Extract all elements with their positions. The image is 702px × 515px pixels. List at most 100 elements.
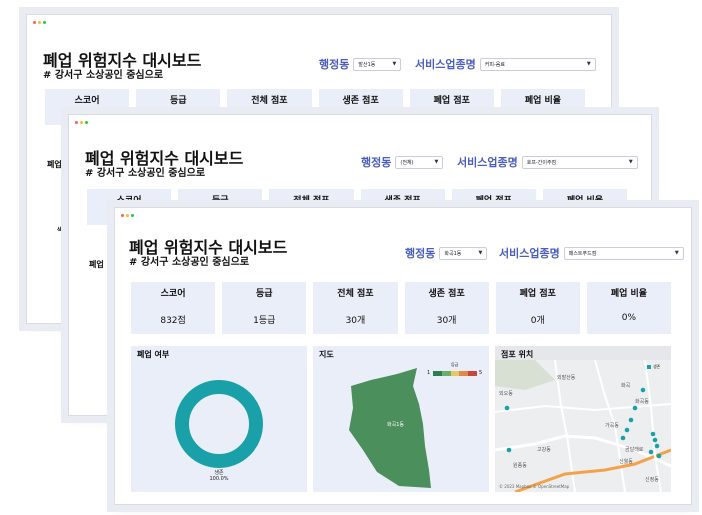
close-dot-icon[interactable] bbox=[75, 121, 78, 124]
maximize-dot-icon[interactable] bbox=[131, 214, 134, 217]
dashboard-subtitle: # 강서구 소상공인 중심으로 bbox=[129, 257, 250, 268]
dong-select[interactable]: 발산1동 ▼ bbox=[353, 57, 402, 71]
window-controls bbox=[121, 214, 134, 217]
panel-title: 폐업 bbox=[89, 260, 104, 269]
kpi-label: 스코어 bbox=[116, 196, 142, 206]
kpi-total-stores: 전체 점포 30개 bbox=[313, 282, 398, 334]
kpi-label: 생존 점포 bbox=[428, 289, 465, 299]
store-point[interactable] bbox=[620, 435, 626, 441]
close-dot-icon[interactable] bbox=[121, 214, 124, 217]
map-place-label: 원종동 bbox=[513, 463, 527, 469]
dong-filter: 행정동 (전체) ▼ bbox=[361, 154, 444, 170]
biz-filter-label: 서비스업종명 bbox=[499, 247, 560, 260]
store-point[interactable] bbox=[640, 387, 646, 393]
map-attribution[interactable]: © 2023 Mapbox © OpenStreetMap bbox=[499, 484, 569, 489]
donut-slice-survive[interactable] bbox=[175, 380, 263, 468]
store-point[interactable] bbox=[632, 405, 638, 411]
biz-filter: 서비스업종명 커피-음료 ▼ bbox=[415, 56, 596, 72]
kpi-label: 전체 점포 bbox=[251, 96, 288, 106]
store-point[interactable] bbox=[656, 453, 662, 459]
dong-filter-label: 행정동 bbox=[361, 156, 392, 169]
biz-filter-label: 서비스업종명 bbox=[415, 58, 476, 71]
kpi-value: 30개 bbox=[436, 316, 457, 326]
panel-label: 색 bbox=[57, 227, 63, 234]
store-point[interactable] bbox=[504, 405, 510, 411]
biz-filter: 서비스업종명 패스트푸드점 ▼ bbox=[499, 245, 684, 261]
kpi-value: 30개 bbox=[345, 316, 366, 326]
minimize-dot-icon[interactable] bbox=[38, 21, 41, 24]
kpi-value: 1등급 bbox=[253, 316, 276, 326]
dong-filter: 행정동 화곡1동 ▼ bbox=[405, 245, 488, 261]
dong-filter-label: 행정동 bbox=[319, 58, 350, 71]
kpi-label: 폐업 점포 bbox=[475, 196, 512, 206]
kpi-closed-stores: 폐업 점포 0개 bbox=[495, 282, 580, 334]
biz-select-value: 패스트푸드점 bbox=[568, 250, 597, 257]
map-place-label: 신정동 bbox=[645, 477, 659, 483]
donut-label: 생존 bbox=[214, 470, 224, 476]
chevron-down-icon: ▼ bbox=[628, 159, 633, 165]
kpi-label: 스코어 bbox=[74, 96, 100, 106]
window-controls bbox=[33, 21, 46, 24]
chevron-down-icon: ▼ bbox=[434, 159, 439, 165]
kpi-label: 등급 bbox=[255, 289, 273, 299]
store-point[interactable] bbox=[650, 431, 656, 437]
biz-select-value: 호프-간이주점 bbox=[526, 159, 557, 166]
dong-select[interactable]: 화곡1동 ▼ bbox=[439, 246, 488, 260]
region-map bbox=[349, 368, 431, 488]
minimize-dot-icon[interactable] bbox=[80, 121, 83, 124]
dong-filter: 행정동 발산1동 ▼ bbox=[319, 56, 402, 72]
dong-select[interactable]: (전체) ▼ bbox=[395, 155, 444, 169]
kpi-label: 전체 점포 bbox=[293, 196, 330, 206]
store-point[interactable] bbox=[652, 437, 658, 443]
kpi-surviving-stores: 생존 점포 30개 bbox=[404, 282, 489, 334]
window-controls bbox=[75, 121, 88, 124]
street-map bbox=[495, 359, 671, 492]
kpi-label: 전체 점포 bbox=[337, 289, 374, 299]
minimize-dot-icon[interactable] bbox=[126, 214, 129, 217]
kpi-row: 스코어 832점 등급 1등급 전체 점포 30개 생존 점포 30개 폐업 점… bbox=[131, 282, 672, 334]
map-place-label: 곰달래로 bbox=[625, 447, 644, 453]
store-point[interactable] bbox=[628, 417, 634, 423]
dong-select-value: 화곡1동 bbox=[444, 250, 462, 257]
kpi-label: 등급 bbox=[169, 96, 187, 106]
kpi-label: 생존 점포 bbox=[342, 96, 379, 106]
biz-filter: 서비스업종명 호프-간이주점 ▼ bbox=[457, 154, 638, 170]
maximize-dot-icon[interactable] bbox=[43, 21, 46, 24]
donut-value: 100.0% bbox=[209, 476, 229, 482]
biz-select[interactable]: 커피-음료 ▼ bbox=[479, 57, 596, 71]
map-place-label: 화곡 bbox=[621, 383, 631, 389]
front-window: 폐업 위험지수 대시보드 # 강서구 소상공인 중심으로 행정동 화곡1동 ▼ … bbox=[114, 207, 692, 505]
closure-panel: 폐업 여부 생존 100.0% bbox=[131, 346, 307, 492]
kpi-label: 폐업 비율 bbox=[524, 96, 562, 106]
map-place-label: 가곡동 bbox=[605, 423, 619, 429]
map-place-label: 외오동 bbox=[499, 391, 513, 397]
location-panel: 점포 위치 생존 외발산동 화곡동 가곡동 고강동 원종동 곰달래로 신월동 외… bbox=[495, 346, 671, 492]
store-point[interactable] bbox=[654, 443, 660, 449]
chevron-down-icon: ▼ bbox=[674, 250, 679, 256]
kpi-label: 폐업 점포 bbox=[519, 289, 556, 299]
dong-filter-label: 행정동 bbox=[405, 247, 436, 260]
close-dot-icon[interactable] bbox=[33, 21, 36, 24]
chevron-down-icon: ▼ bbox=[586, 61, 591, 67]
maximize-dot-icon[interactable] bbox=[85, 121, 88, 124]
map-place-label: 화곡동 bbox=[635, 399, 649, 405]
store-point[interactable] bbox=[648, 449, 654, 455]
store-point[interactable] bbox=[624, 427, 630, 433]
kpi-value: 0개 bbox=[530, 316, 545, 326]
kpi-label: 등급 bbox=[211, 196, 229, 206]
biz-select[interactable]: 패스트푸드점 ▼ bbox=[563, 246, 684, 260]
map-place-label: 고강동 bbox=[537, 447, 551, 453]
kpi-closure-rate: 폐업 비율 0% bbox=[586, 282, 672, 334]
map-panel: 지도 등급 1 5 화곡1동 bbox=[313, 346, 489, 492]
dong-select-value: (전체) bbox=[400, 159, 414, 166]
dong-select-value: 발산1동 bbox=[358, 61, 376, 68]
chevron-down-icon: ▼ bbox=[478, 250, 483, 256]
kpi-label: 폐업 비율 bbox=[610, 289, 648, 299]
dashboard-subtitle: # 강서구 소상공인 중심으로 bbox=[85, 168, 206, 179]
kpi-label: 생존 점포 bbox=[384, 196, 421, 206]
store-point[interactable] bbox=[506, 447, 512, 453]
map-place-label: 외발산동 bbox=[557, 375, 576, 381]
region-shape[interactable] bbox=[349, 368, 431, 488]
kpi-label: 폐업 비율 bbox=[566, 196, 604, 206]
biz-select[interactable]: 호프-간이주점 ▼ bbox=[521, 155, 638, 169]
